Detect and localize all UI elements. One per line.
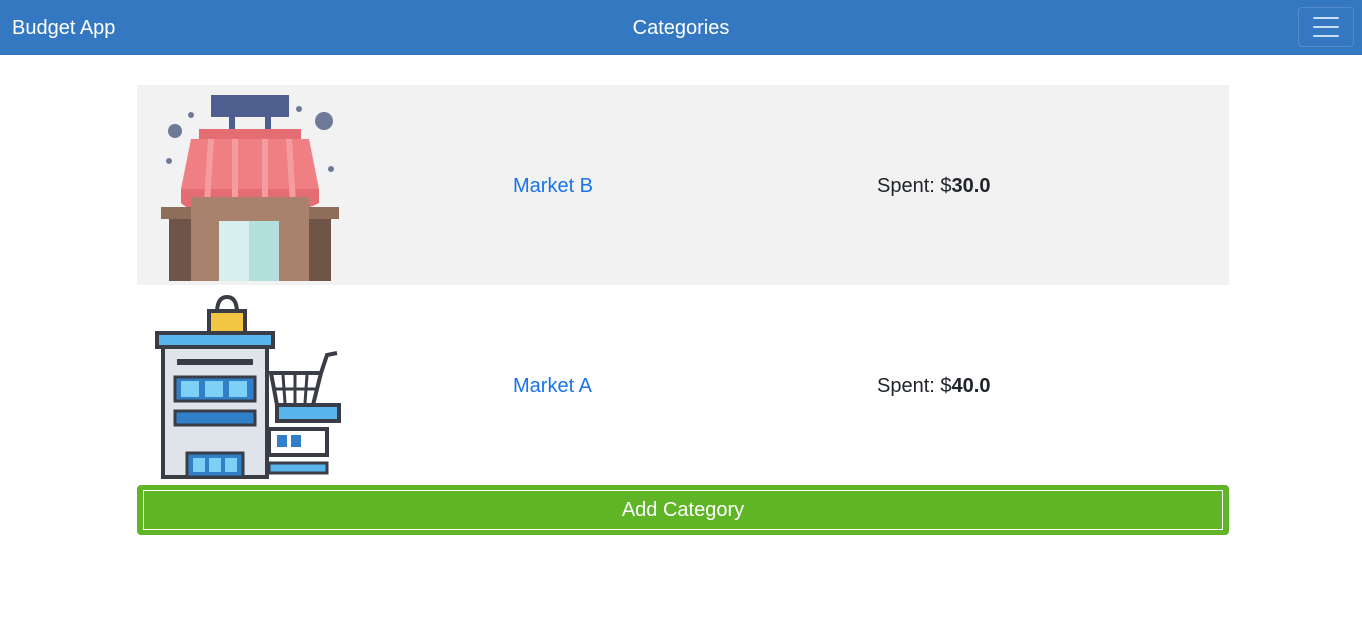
spent-value: 30.0 bbox=[951, 175, 991, 197]
spent-value: 40.0 bbox=[951, 375, 991, 397]
category-list: Market B Spent: $30.0 Market A Spent: $4… bbox=[137, 85, 1229, 485]
add-category-button[interactable]: Add Category bbox=[137, 485, 1229, 535]
category-link-market-a[interactable]: Market A bbox=[513, 374, 592, 398]
category-row: Market A Spent: $40.0 bbox=[137, 285, 1229, 485]
category-link-market-b[interactable]: Market B bbox=[513, 174, 593, 198]
page-title: Categories bbox=[632, 17, 730, 39]
hamburger-menu-icon[interactable] bbox=[1298, 7, 1354, 47]
top-navbar: Budget App Categories bbox=[0, 0, 1362, 55]
supermarket-cart-icon bbox=[155, 294, 341, 479]
spent-amount: Spent: $30.0 bbox=[877, 175, 991, 197]
spent-amount: Spent: $40.0 bbox=[877, 375, 991, 397]
storefront-icon bbox=[161, 95, 339, 281]
category-row: Market B Spent: $30.0 bbox=[137, 85, 1229, 285]
add-category-label: Add Category bbox=[143, 490, 1223, 530]
